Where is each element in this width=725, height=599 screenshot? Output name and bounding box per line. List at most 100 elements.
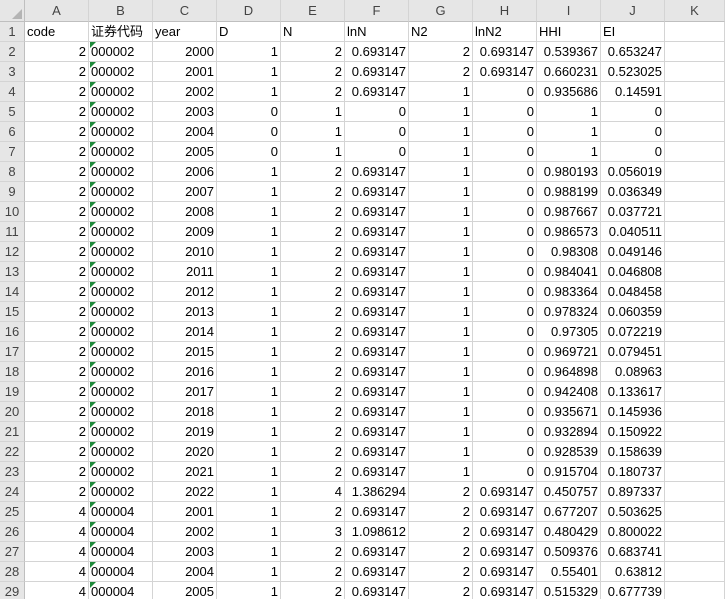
cell-a11[interactable]: 2 [25,222,89,242]
cell-f14[interactable]: 0.693147 [345,282,409,302]
cell-g13[interactable]: 1 [409,262,473,282]
cell-a5[interactable]: 2 [25,102,89,122]
cell-d19[interactable]: 1 [217,382,281,402]
cell-e3[interactable]: 2 [281,62,345,82]
cell-g12[interactable]: 1 [409,242,473,262]
cell-b13[interactable]: 000002 [89,262,153,282]
cell-b24[interactable]: 000002 [89,482,153,502]
cell-d7[interactable]: 0 [217,142,281,162]
cell-e22[interactable]: 2 [281,442,345,462]
cell-f26[interactable]: 1.098612 [345,522,409,542]
cell-h19[interactable]: 0 [473,382,537,402]
cell-b27[interactable]: 000004 [89,542,153,562]
cell-e16[interactable]: 2 [281,322,345,342]
cell-f1[interactable]: lnN [345,22,409,42]
cell-d8[interactable]: 1 [217,162,281,182]
cell-f11[interactable]: 0.693147 [345,222,409,242]
column-header-i[interactable]: I [537,0,601,22]
cell-d4[interactable]: 1 [217,82,281,102]
row-header-11[interactable]: 11 [0,222,25,242]
cell-b5[interactable]: 000002 [89,102,153,122]
cell-e14[interactable]: 2 [281,282,345,302]
cell-k21[interactable] [665,422,725,442]
cell-b4[interactable]: 000002 [89,82,153,102]
cell-i9[interactable]: 0.988199 [537,182,601,202]
cell-b6[interactable]: 000002 [89,122,153,142]
cell-i28[interactable]: 0.55401 [537,562,601,582]
row-header-5[interactable]: 5 [0,102,25,122]
column-header-g[interactable]: G [409,0,473,22]
column-header-k[interactable]: K [665,0,725,22]
cell-d25[interactable]: 1 [217,502,281,522]
cell-b2[interactable]: 000002 [89,42,153,62]
cell-e17[interactable]: 2 [281,342,345,362]
cell-f19[interactable]: 0.693147 [345,382,409,402]
cell-i11[interactable]: 0.986573 [537,222,601,242]
cell-f2[interactable]: 0.693147 [345,42,409,62]
cell-f25[interactable]: 0.693147 [345,502,409,522]
cell-a29[interactable]: 4 [25,582,89,599]
cell-j17[interactable]: 0.079451 [601,342,665,362]
cell-k10[interactable] [665,202,725,222]
cell-k16[interactable] [665,322,725,342]
cell-e15[interactable]: 2 [281,302,345,322]
cell-f17[interactable]: 0.693147 [345,342,409,362]
cell-g8[interactable]: 1 [409,162,473,182]
cell-k22[interactable] [665,442,725,462]
cell-j15[interactable]: 0.060359 [601,302,665,322]
cell-f22[interactable]: 0.693147 [345,442,409,462]
row-header-23[interactable]: 23 [0,462,25,482]
row-header-24[interactable]: 24 [0,482,25,502]
cell-h4[interactable]: 0 [473,82,537,102]
cell-i20[interactable]: 0.935671 [537,402,601,422]
cell-c5[interactable]: 2003 [153,102,217,122]
cell-k27[interactable] [665,542,725,562]
row-header-1[interactable]: 1 [0,22,25,42]
cell-i21[interactable]: 0.932894 [537,422,601,442]
cell-c24[interactable]: 2022 [153,482,217,502]
cell-g17[interactable]: 1 [409,342,473,362]
cell-g4[interactable]: 1 [409,82,473,102]
cell-e5[interactable]: 1 [281,102,345,122]
cell-j18[interactable]: 0.08963 [601,362,665,382]
cell-h15[interactable]: 0 [473,302,537,322]
cell-i25[interactable]: 0.677207 [537,502,601,522]
row-header-12[interactable]: 12 [0,242,25,262]
row-header-17[interactable]: 17 [0,342,25,362]
cell-j19[interactable]: 0.133617 [601,382,665,402]
cell-j8[interactable]: 0.056019 [601,162,665,182]
cell-a22[interactable]: 2 [25,442,89,462]
row-header-2[interactable]: 2 [0,42,25,62]
cell-k24[interactable] [665,482,725,502]
cell-d28[interactable]: 1 [217,562,281,582]
cell-k26[interactable] [665,522,725,542]
cell-a25[interactable]: 4 [25,502,89,522]
cell-g28[interactable]: 2 [409,562,473,582]
cell-b15[interactable]: 000002 [89,302,153,322]
cell-b18[interactable]: 000002 [89,362,153,382]
cell-h14[interactable]: 0 [473,282,537,302]
row-header-16[interactable]: 16 [0,322,25,342]
cell-a12[interactable]: 2 [25,242,89,262]
cell-k25[interactable] [665,502,725,522]
row-header-9[interactable]: 9 [0,182,25,202]
cell-f10[interactable]: 0.693147 [345,202,409,222]
cell-e6[interactable]: 1 [281,122,345,142]
cell-b3[interactable]: 000002 [89,62,153,82]
cell-f20[interactable]: 0.693147 [345,402,409,422]
cell-h18[interactable]: 0 [473,362,537,382]
cell-f13[interactable]: 0.693147 [345,262,409,282]
cell-a17[interactable]: 2 [25,342,89,362]
cell-c4[interactable]: 2002 [153,82,217,102]
cell-b17[interactable]: 000002 [89,342,153,362]
cell-b14[interactable]: 000002 [89,282,153,302]
cell-j23[interactable]: 0.180737 [601,462,665,482]
cell-b26[interactable]: 000004 [89,522,153,542]
cell-a13[interactable]: 2 [25,262,89,282]
cell-e18[interactable]: 2 [281,362,345,382]
row-header-27[interactable]: 27 [0,542,25,562]
cell-c13[interactable]: 2011 [153,262,217,282]
cell-k4[interactable] [665,82,725,102]
cell-g19[interactable]: 1 [409,382,473,402]
column-header-j[interactable]: J [601,0,665,22]
